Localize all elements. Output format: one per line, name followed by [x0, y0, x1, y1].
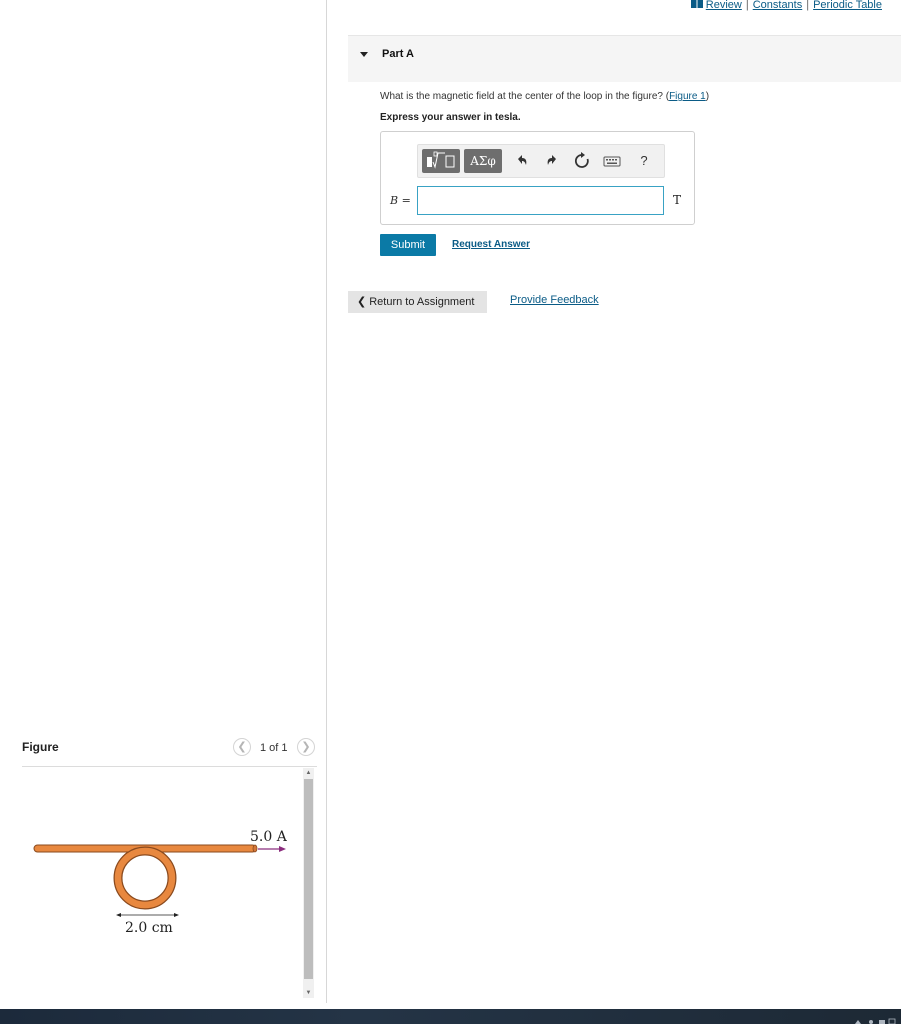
- figure-panel: Figure ❮ 1 of 1 ❯ 5.0 A 2.0 cm ▲ ▼: [0, 0, 326, 1003]
- link-separator: |: [806, 0, 810, 11]
- math-toolbar: ΑΣφ ?: [417, 144, 665, 178]
- chevron-left-icon: ❮: [357, 296, 367, 308]
- answer-variable-label: B =: [390, 194, 411, 207]
- answer-unit: T: [673, 193, 682, 207]
- answer-input[interactable]: [417, 186, 664, 215]
- scroll-up-arrow-icon[interactable]: ▲: [303, 768, 314, 778]
- submit-button[interactable]: Submit: [380, 234, 436, 256]
- caret-down-icon[interactable]: [360, 52, 368, 57]
- figure-header: Figure ❮ 1 of 1 ❯: [22, 738, 317, 767]
- question-body: What is the magnetic field at the center…: [380, 91, 670, 102]
- panel-divider: [326, 0, 327, 1003]
- greek-symbols-button[interactable]: ΑΣφ: [464, 149, 502, 173]
- wire-end: [252, 844, 258, 853]
- current-label: 5.0 A: [250, 829, 288, 845]
- link-separator: |: [745, 0, 749, 11]
- wire-loop-inner: [114, 847, 176, 909]
- figure-link[interactable]: Figure 1: [669, 91, 706, 102]
- reset-icon[interactable]: [572, 151, 592, 171]
- request-answer-link[interactable]: Request Answer: [452, 239, 530, 250]
- provide-feedback-link[interactable]: Provide Feedback: [510, 294, 599, 306]
- question-close-paren: ): [705, 91, 710, 102]
- system-tray-icon: [855, 1018, 896, 1024]
- scroll-thumb[interactable]: [304, 779, 313, 979]
- constants-link[interactable]: Constants: [753, 0, 803, 11]
- keyboard-icon[interactable]: [602, 151, 622, 171]
- diameter-arrow-right: [174, 913, 179, 917]
- review-link[interactable]: Review: [706, 0, 742, 11]
- diameter-arrow-left: [116, 913, 121, 917]
- figure-pager-text: 1 of 1: [260, 742, 288, 754]
- diameter-label: 2.0 cm: [125, 920, 173, 936]
- figure-scrollbar[interactable]: ▲ ▼: [303, 768, 314, 998]
- answer-instruction: Express your answer in tesla.: [380, 112, 521, 123]
- answer-variable: B: [390, 194, 399, 207]
- answer-box: ΑΣφ ? B = T: [380, 131, 695, 225]
- answer-equals: =: [398, 194, 411, 207]
- help-button[interactable]: ?: [634, 151, 654, 171]
- top-links: Review | Constants | Periodic Table: [690, 0, 882, 11]
- chevron-left-icon[interactable]: ❮: [233, 738, 251, 756]
- periodic-table-link[interactable]: Periodic Table: [813, 0, 882, 11]
- return-label: Return to Assignment: [369, 296, 475, 308]
- current-arrow-head: [279, 846, 286, 852]
- taskbar: [0, 1009, 901, 1024]
- question-text: What is the magnetic field at the center…: [380, 91, 709, 102]
- chevron-right-icon[interactable]: ❯: [297, 738, 315, 756]
- redo-icon[interactable]: [542, 151, 562, 171]
- part-title: Part A: [382, 48, 414, 60]
- figure-image: 5.0 A 2.0 cm: [33, 829, 288, 936]
- return-to-assignment-button[interactable]: ❮ Return to Assignment: [348, 291, 487, 313]
- part-a-header[interactable]: Part A: [348, 35, 901, 82]
- fraction-radical-icon[interactable]: [422, 149, 460, 173]
- book-icon: [690, 0, 703, 8]
- undo-icon[interactable]: [512, 151, 532, 171]
- figure-title: Figure: [22, 740, 59, 754]
- scroll-down-arrow-icon[interactable]: ▼: [303, 988, 314, 998]
